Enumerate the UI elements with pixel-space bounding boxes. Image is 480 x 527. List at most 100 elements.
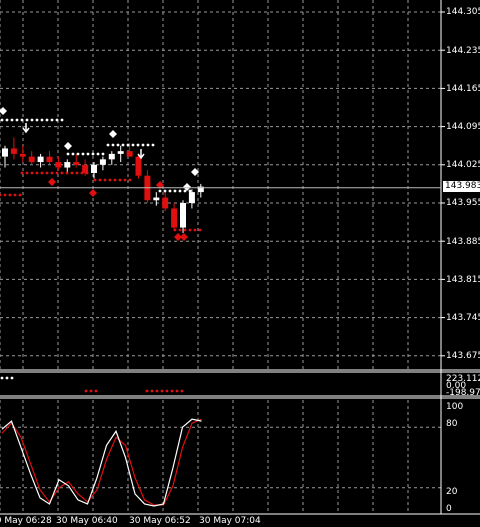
candle-body	[46, 156, 53, 163]
resistance-dot	[136, 143, 140, 147]
candle-body	[55, 162, 62, 168]
candle-body	[19, 153, 26, 157]
price-tick: 144.025	[446, 160, 480, 170]
resistance-dot	[20, 118, 24, 122]
oscillator-level: 20	[446, 487, 458, 497]
indicator-dot	[10, 376, 14, 380]
indicator-dot	[145, 389, 149, 393]
support-dot	[35, 171, 39, 175]
time-tick: 30 May 06:40	[56, 516, 118, 526]
indicator-dot	[150, 389, 154, 393]
support-dot	[65, 171, 69, 175]
resistance-dot	[55, 118, 59, 122]
candle-body	[117, 151, 124, 154]
candle-body	[126, 151, 133, 157]
resistance-dot	[71, 152, 75, 156]
resistance-dot	[10, 118, 14, 122]
support-dot	[183, 228, 187, 232]
resistance-dot	[96, 152, 100, 156]
resistance-dot	[178, 189, 182, 193]
resistance-dot	[101, 152, 105, 156]
indicator-dot	[180, 389, 184, 393]
oscillator-level: 80	[446, 419, 458, 429]
resistance-dot	[81, 152, 85, 156]
oscillator-level: 100	[446, 402, 464, 412]
price-tick: 143.675	[446, 351, 480, 361]
resistance-dot	[146, 143, 150, 147]
grid-lines	[0, 0, 445, 512]
indicator-dot	[160, 389, 164, 393]
support-dot	[40, 171, 44, 175]
signal-diamond	[89, 189, 97, 197]
signal-markers	[0, 107, 202, 393]
candle-body	[37, 156, 44, 163]
price-tick: 144.305	[446, 7, 480, 17]
candle-body	[180, 203, 186, 228]
support-dot	[80, 171, 84, 175]
chart-canvas[interactable]	[0, 0, 480, 527]
indicator-dot	[170, 389, 174, 393]
resistance-dot	[60, 118, 64, 122]
resistance-dot	[173, 189, 177, 193]
indicator-dot	[0, 376, 4, 380]
indicator-dot	[155, 389, 159, 393]
resistance-dot	[0, 118, 4, 122]
resistance-dot	[158, 189, 162, 193]
support-dot	[193, 228, 197, 232]
signal-diamond	[0, 107, 7, 115]
support-dot	[118, 178, 122, 182]
time-tick: 30 May 06:52	[129, 516, 191, 526]
oscillator-main-line	[1, 418, 202, 507]
support-dot	[18, 193, 22, 197]
resistance-dot	[121, 143, 125, 147]
support-dot	[85, 171, 89, 175]
support-dot	[70, 171, 74, 175]
support-dot	[103, 178, 107, 182]
candle-body	[135, 156, 142, 176]
support-dot	[13, 193, 17, 197]
support-dot	[50, 171, 54, 175]
candle-body	[99, 159, 106, 165]
indicator-dot	[94, 389, 98, 393]
candle-body	[73, 162, 80, 165]
oscillator-lines	[1, 418, 202, 507]
resistance-dot	[111, 143, 115, 147]
support-dot	[128, 178, 132, 182]
resistance-dot	[25, 118, 29, 122]
indicator-dot	[175, 389, 179, 393]
resistance-dot	[168, 189, 172, 193]
resistance-dot	[106, 143, 110, 147]
support-dot	[20, 171, 24, 175]
indicator-dot	[84, 389, 88, 393]
resistance-dot	[91, 152, 95, 156]
support-dot	[188, 228, 192, 232]
candle-body	[28, 156, 35, 163]
support-dot	[8, 193, 12, 197]
resistance-dot	[188, 189, 192, 193]
resistance-dot	[15, 118, 19, 122]
support-dot	[55, 171, 59, 175]
support-dot	[30, 171, 34, 175]
price-tick: 143.955	[446, 198, 480, 208]
resistance-dot	[116, 143, 120, 147]
candle-body	[171, 208, 178, 228]
oscillator-level: 0	[446, 504, 452, 514]
support-dot	[60, 171, 64, 175]
resistance-dot	[5, 118, 9, 122]
signal-diamond	[180, 233, 188, 241]
resistance-dot	[30, 118, 34, 122]
support-dot	[108, 178, 112, 182]
signal-diamond	[64, 142, 72, 150]
support-dot	[178, 228, 182, 232]
support-dot	[45, 171, 49, 175]
support-dot	[93, 178, 97, 182]
candle-body	[162, 197, 169, 209]
resistance-dot	[35, 118, 39, 122]
resistance-dot	[40, 118, 44, 122]
support-dot	[75, 171, 79, 175]
support-dot	[198, 228, 202, 232]
down-arrow-icon	[22, 123, 30, 134]
resistance-dot	[76, 152, 80, 156]
candle-body	[64, 162, 71, 168]
time-tick: 30 May 07:04	[199, 516, 261, 526]
